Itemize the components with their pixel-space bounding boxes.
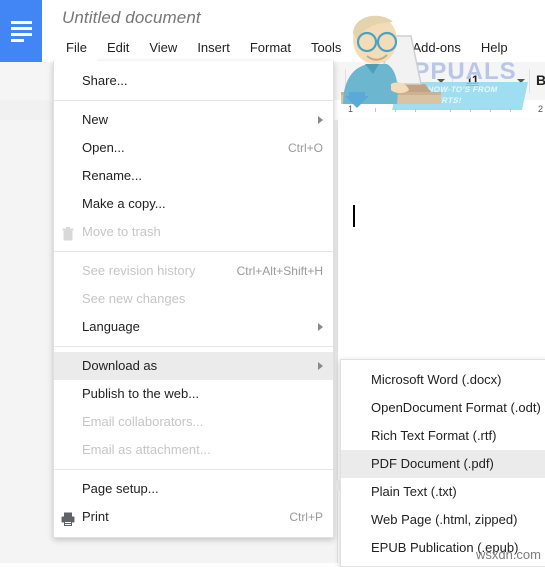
menu-item-rename[interactable]: Rename... (54, 162, 333, 190)
menu-item-new[interactable]: New (54, 106, 333, 134)
menu-item-share[interactable]: Share... (54, 67, 333, 95)
menubar: File Edit View Insert Format Tools Table Add-on… (56, 36, 518, 61)
menu-item-make-a-copy[interactable]: Make a copy... (54, 190, 333, 218)
submenu-item-label: OpenDocument Format (.odt) (371, 400, 541, 415)
menu-item-email-as-attachment: Email as attachment... (54, 436, 333, 464)
menu-item-label: New (82, 112, 109, 127)
chevron-down-icon[interactable] (437, 79, 445, 83)
menubar-item-edit[interactable]: Edit (97, 36, 139, 61)
submenu-item-web-page-html-zipped[interactable]: Web Page (.html, zipped) (341, 506, 545, 534)
menu-separator (54, 251, 333, 252)
site-watermark: wsxdn.com (475, 547, 541, 562)
file-dropdown-menu: Share... New Open... Ctrl+O Rename... Make a … (53, 61, 334, 538)
menu-item-label: Download as (82, 358, 158, 373)
menu-item-shortcut: Ctrl+P (289, 510, 323, 524)
font-family-selector[interactable]: Arial (360, 73, 387, 87)
printer-icon (60, 509, 76, 526)
menu-item-label: Move to trash (82, 224, 161, 239)
chevron-right-icon (318, 116, 323, 124)
submenu-item-label: Rich Text Format (.rtf) (371, 428, 497, 443)
ruler-mark: 2 (538, 104, 544, 114)
menu-item-label: Print (82, 509, 109, 524)
menu-item-label: Share... (82, 73, 128, 88)
menu-item-see-new-changes: See new changes (54, 285, 333, 313)
menu-separator (54, 346, 333, 347)
menubar-item-format[interactable]: Format (240, 36, 301, 61)
ruler-tick (490, 108, 491, 112)
menu-item-label: Publish to the web... (82, 386, 200, 401)
page-title[interactable]: Untitled document (62, 8, 201, 28)
menu-item-move-to-trash: Move to trash (54, 218, 333, 246)
submenu-item-plain-text-txt[interactable]: Plain Text (.txt) (341, 478, 545, 506)
submenu-item-label: PDF Document (.pdf) (371, 456, 494, 471)
menubar-item-view[interactable]: View (139, 36, 187, 61)
menu-item-shortcut: Ctrl+O (287, 141, 323, 155)
docs-lines-icon (11, 21, 32, 45)
menu-item-label: Page setup... (82, 481, 159, 496)
menu-item-label: Email collaborators... (82, 414, 204, 429)
menu-item-label: See new changes (82, 291, 186, 306)
docs-logo[interactable] (0, 0, 42, 62)
bold-button[interactable]: B (536, 72, 545, 88)
menu-separator (54, 100, 333, 101)
chevron-right-icon (318, 362, 323, 370)
menubar-item-insert[interactable]: Insert (187, 36, 240, 61)
submenu-item-label: Microsoft Word (.docx) (371, 372, 502, 387)
menubar-item-help[interactable]: Help (471, 36, 518, 61)
submenu-item-label: Plain Text (.txt) (371, 484, 457, 499)
submenu-item-microsoft-word-docx[interactable]: Microsoft Word (.docx) (341, 366, 545, 394)
google-docs-window: Untitled document File Edit View Insert Form… (0, 0, 545, 567)
ruler-tick (415, 108, 416, 112)
chevron-down-icon[interactable] (517, 79, 525, 83)
submenu-item-opendocument-format-odt[interactable]: OpenDocument Format (.odt) (341, 394, 545, 422)
menubar-item-tools[interactable]: Tools (301, 36, 351, 61)
toolbar-divider (529, 69, 530, 93)
text-cursor (353, 205, 355, 227)
menu-item-label: See revision history (82, 263, 196, 278)
menu-item-label: Rename... (82, 168, 142, 183)
menu-item-page-setup[interactable]: Page setup... (54, 475, 333, 503)
download-as-submenu: Microsoft Word (.docx) OpenDocument Forma… (340, 359, 545, 567)
ruler-tick (375, 108, 376, 112)
ruler-tick (470, 108, 471, 112)
menu-separator (54, 469, 333, 470)
menu-item-download-as[interactable]: Download as (54, 352, 333, 380)
menu-item-shortcut: Ctrl+Alt+Shift+H (236, 264, 323, 278)
menu-item-email-collaborators: Email collaborators... (54, 408, 333, 436)
menu-item-see-revision-history: See revision history Ctrl+Alt+Shift+H (54, 257, 333, 285)
menubar-item-file[interactable]: File (56, 36, 97, 61)
ruler-mark: 1 (348, 104, 354, 114)
menu-item-label: Make a copy... (82, 196, 166, 211)
menu-item-open[interactable]: Open... Ctrl+O (54, 134, 333, 162)
menu-item-label: Email as attachment... (82, 442, 211, 457)
ruler-tick (395, 108, 396, 112)
toolbar-divider (452, 69, 453, 93)
menu-item-publish-to-the-web[interactable]: Publish to the web... (54, 380, 333, 408)
ruler-tick (510, 108, 511, 112)
submenu-item-rich-text-format-rtf[interactable]: Rich Text Format (.rtf) (341, 422, 545, 450)
menu-item-label: Language (82, 319, 140, 334)
menubar-item-table[interactable]: Table (351, 36, 402, 61)
menubar-item-add-ons[interactable]: Add-ons (402, 36, 470, 61)
submenu-item-pdf-document-pdf[interactable]: PDF Document (.pdf) (341, 450, 545, 478)
ruler-tick (450, 108, 451, 112)
menu-item-language[interactable]: Language (54, 313, 333, 341)
submenu-item-label: Web Page (.html, zipped) (371, 512, 518, 527)
chevron-right-icon (318, 323, 323, 331)
toolbar-divider (345, 69, 346, 93)
menu-item-label: Open... (82, 140, 125, 155)
trash-icon (60, 224, 76, 241)
menu-item-print[interactable]: Print Ctrl+P (54, 503, 333, 531)
font-size-selector[interactable]: 11 (466, 73, 479, 87)
